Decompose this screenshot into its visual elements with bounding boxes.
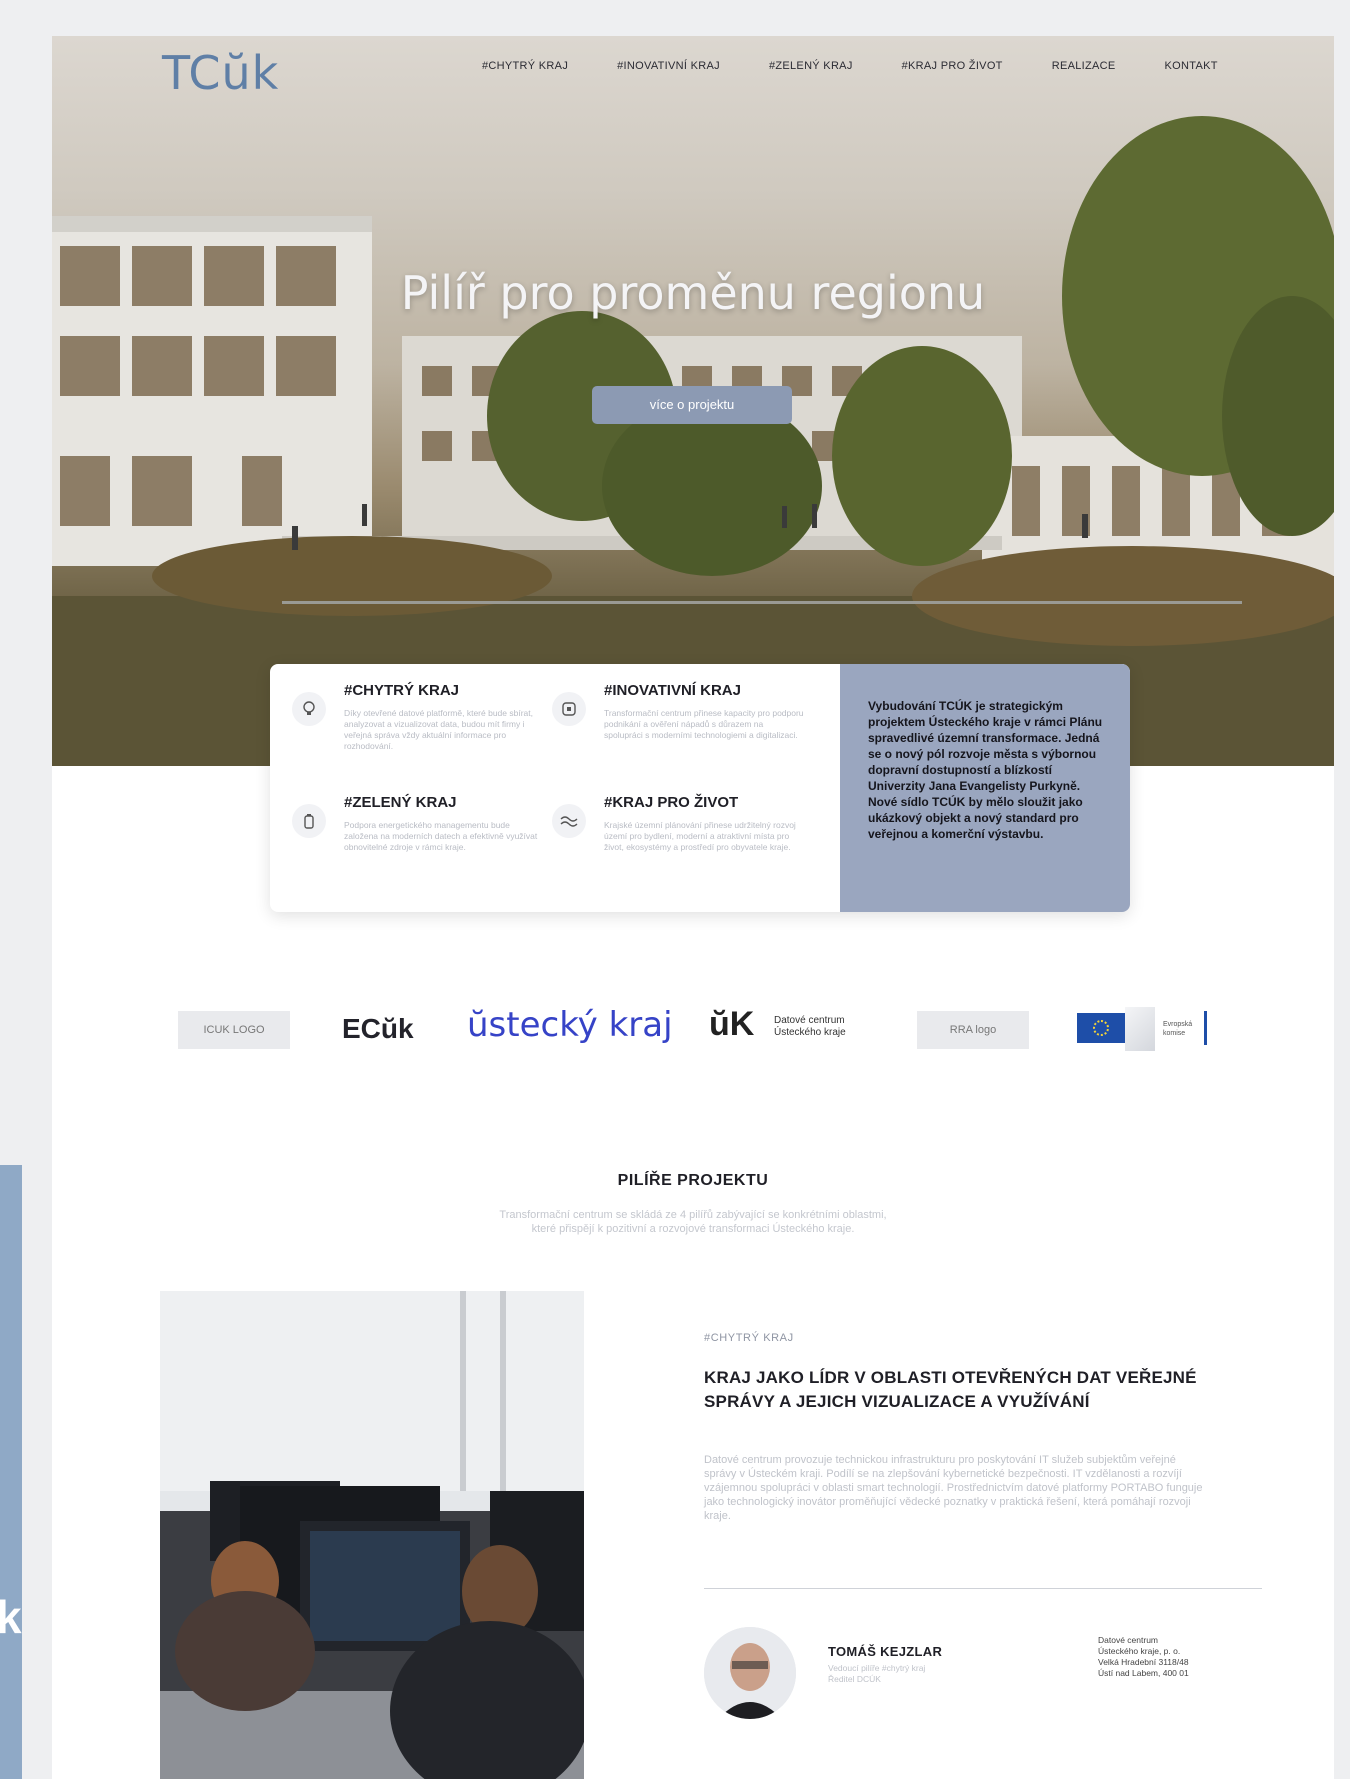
- main-nav: #CHYTRÝ KRAJ #INOVATIVNÍ KRAJ #ZELENÝ KR…: [482, 60, 1267, 72]
- person-role-line-2: Ředitel DCÚK: [828, 1674, 881, 1684]
- partner-logos: ICUK LOGO ECŭk ŭstecký kraj ŭK Datové ce…: [52, 1005, 1334, 1071]
- pillar-title: #CHYTRÝ KRAJ: [344, 682, 460, 699]
- person-address-line-3: Velká Hradební 3118/48: [1098, 1657, 1189, 1667]
- partner-eu-logo[interactable]: Evropská komise: [1077, 1007, 1207, 1051]
- person-address-line-2: Ústeckého kraje, p. o.: [1098, 1646, 1181, 1656]
- pillar-title: #ZELENÝ KRAJ: [344, 794, 457, 811]
- pillar-text: Podpora energetického managementu bude z…: [344, 820, 538, 852]
- feature-divider: [704, 1588, 1262, 1589]
- partner-uk-text-line-1: Datové centrum: [774, 1015, 845, 1026]
- pillar-text: Díky otevřené datové platformě, které bu…: [344, 708, 533, 751]
- logo[interactable]: TCŭk: [162, 46, 279, 100]
- chip-icon: [552, 692, 586, 726]
- section-text: Transformační centrum se skládá ze 4 pil…: [499, 1209, 887, 1235]
- feature-text: Datové centrum provozuje technickou infr…: [704, 1454, 1203, 1522]
- feature-headline: KRAJ JAKO LÍDR V OBLASTI OTEVŘENÝCH DAT …: [704, 1368, 1197, 1411]
- person-name: TOMÁŠ KEJZLAR: [828, 1644, 943, 1659]
- battery-icon: [292, 804, 326, 838]
- person-address: Datové centrum Ústeckého kraje, p. o. Ve…: [1098, 1635, 1189, 1679]
- eu-text: Evropská komise: [1163, 1020, 1192, 1038]
- feature-tag: #CHYTRÝ KRAJ: [704, 1332, 794, 1344]
- nav-item-inovativni-kraj[interactable]: #INOVATIVNÍ KRAJ: [617, 60, 720, 72]
- partner-ustecky-kraj-logo[interactable]: ŭstecký kraj: [467, 1005, 673, 1045]
- pillar-title: #INOVATIVNÍ KRAJ: [604, 682, 741, 699]
- pillar-text: Transformační centrum přinese kapacity p…: [604, 708, 804, 740]
- person-address-line-4: Ústí nad Labem, 400 01: [1098, 1668, 1189, 1678]
- nav-item-realizace[interactable]: REALIZACE: [1052, 60, 1116, 72]
- person-avatar-illustration: [704, 1627, 796, 1719]
- eu-stars-icon: [1093, 1020, 1109, 1036]
- waves-icon: [552, 804, 586, 838]
- card-info-panel: Vybudování TCÚK je strategickým projekte…: [840, 664, 1130, 912]
- eu-fold-graphic: [1125, 1007, 1155, 1051]
- partner-rra-logo[interactable]: RRA logo: [917, 1011, 1029, 1049]
- partner-tcuk-logo[interactable]: ICUK LOGO: [178, 1011, 290, 1049]
- nav-item-chytry-kraj[interactable]: #CHYTRÝ KRAJ: [482, 60, 568, 72]
- person-role-line-1: Vedoucí pilíře #chytrý kraj: [828, 1663, 926, 1673]
- partner-uk-logo[interactable]: ŭK: [709, 1005, 754, 1044]
- pillars-card: #CHYTRÝ KRAJ Díky otevřené datové platfo…: [270, 664, 1130, 912]
- left-side-bar-letter: k: [0, 1591, 22, 1643]
- lightbulb-icon: [292, 692, 326, 726]
- nav-item-zeleny-kraj[interactable]: #ZELENÝ KRAJ: [769, 60, 853, 72]
- nav-item-kontakt[interactable]: KONTAKT: [1165, 60, 1218, 72]
- hero-section: TCŭk #CHYTRÝ KRAJ #INOVATIVNÍ KRAJ #ZELE…: [52, 36, 1334, 766]
- person-address-line-1: Datové centrum: [1098, 1635, 1158, 1645]
- eu-accent-line: [1204, 1011, 1207, 1045]
- office-photo-illustration: [160, 1291, 584, 1779]
- partner-ecuk-logo[interactable]: ECŭk: [342, 1013, 414, 1045]
- pillar-title: #KRAJ PRO ŽIVOT: [604, 794, 739, 811]
- eu-text-line-1: Evropská: [1163, 1021, 1193, 1028]
- nav-item-kraj-pro-zivot[interactable]: #KRAJ PRO ŽIVOT: [902, 60, 1003, 72]
- avatar: [704, 1627, 796, 1719]
- pillar-text: Krajské územní plánování přinese udržite…: [604, 820, 796, 852]
- card-info-text: Vybudování TCÚK je strategickým projekte…: [868, 699, 1103, 841]
- feature-photo: [160, 1291, 584, 1779]
- person-role: Vedoucí pilíře #chytrý kraj Ředitel DCÚK: [828, 1663, 925, 1685]
- eu-text-line-2: komise: [1163, 1030, 1186, 1037]
- left-side-bar: [0, 1165, 22, 1779]
- hero-title: Pilíř pro proměnu regionu: [400, 266, 986, 320]
- page: TCŭk #CHYTRÝ KRAJ #INOVATIVNÍ KRAJ #ZELE…: [52, 36, 1334, 1779]
- project-info-button[interactable]: více o projektu: [592, 386, 792, 424]
- partner-uk-text: Datové centrum Ústeckého kraje: [774, 1015, 846, 1039]
- partner-uk-text-line-2: Ústeckého kraje: [774, 1027, 846, 1038]
- section-title: PILÍŘE PROJEKTU: [617, 1172, 769, 1189]
